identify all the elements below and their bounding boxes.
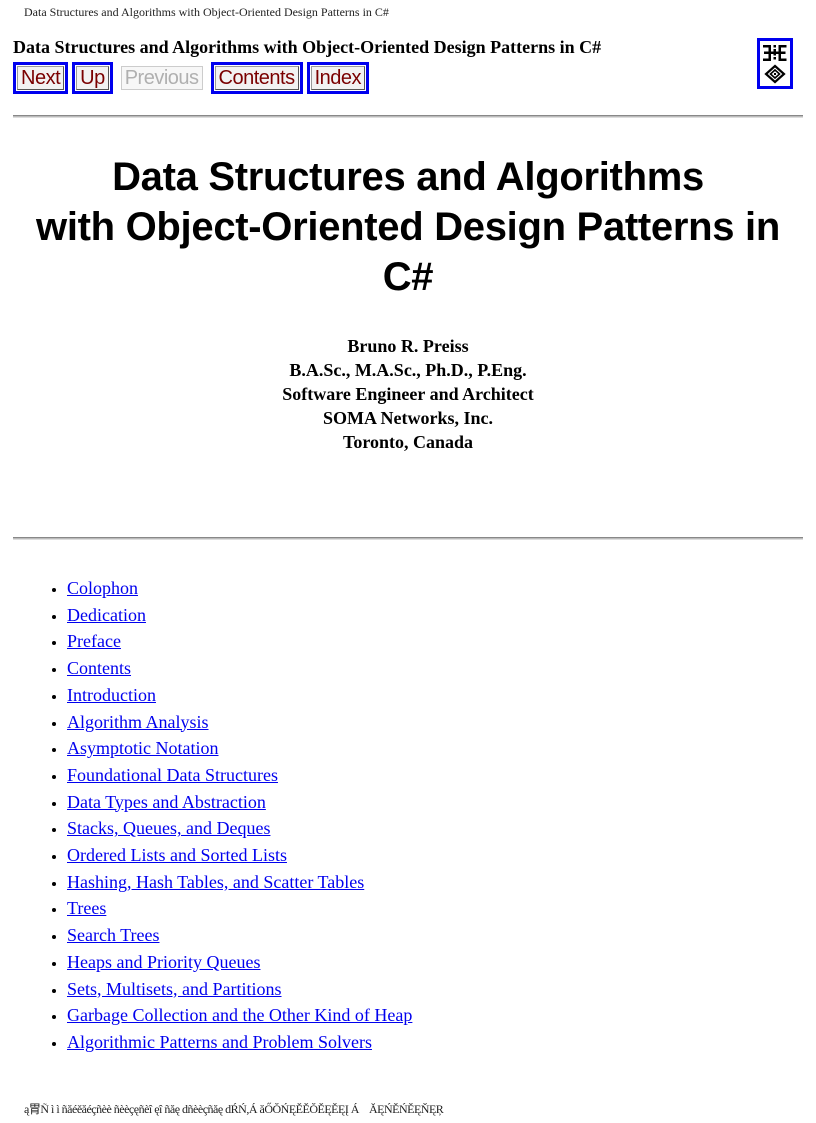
toc-link-contents[interactable]: Contents <box>67 658 131 678</box>
toc-link-garbage-collection[interactable]: Garbage Collection and the Other Kind of… <box>67 1005 412 1025</box>
toc-item: Introduction <box>67 682 412 709</box>
nav-button-bar: Next Up Previous Contents Index <box>13 62 370 94</box>
toc-link-trees[interactable]: Trees <box>67 898 106 918</box>
book-title-line-1: Data Structures and Algorithms <box>112 155 704 199</box>
book-logo-icon[interactable] <box>757 38 793 89</box>
toc-item: Data Types and Abstraction <box>67 789 412 816</box>
contents-button[interactable]: Contents <box>210 62 303 94</box>
toc-item: Search Trees <box>67 922 412 949</box>
toc-item: Asymptotic Notation <box>67 735 412 762</box>
toc-item: Trees <box>67 895 412 922</box>
toc-link-colophon[interactable]: Colophon <box>67 578 138 598</box>
toc-link-algorithm-analysis[interactable]: Algorithm Analysis <box>67 712 209 732</box>
toc-link-algorithmic-patterns[interactable]: Algorithmic Patterns and Problem Solvers <box>67 1032 372 1052</box>
toc-item: Stacks, Queues, and Deques <box>67 815 412 842</box>
author-degrees: B.A.Sc., M.A.Sc., Ph.D., P.Eng. <box>289 360 527 380</box>
author-company: SOMA Networks, Inc. <box>323 408 493 428</box>
table-of-contents: Colophon Dedication Preface Contents Int… <box>0 575 412 1056</box>
toc-link-sets-multisets-partitions[interactable]: Sets, Multisets, and Partitions <box>67 979 282 999</box>
toc-item: Garbage Collection and the Other Kind of… <box>67 1002 412 1029</box>
toc-item: Ordered Lists and Sorted Lists <box>67 842 412 869</box>
up-button[interactable]: Up <box>72 62 113 94</box>
horizontal-rule-top <box>13 115 803 118</box>
up-button-label: Up <box>76 66 109 90</box>
previous-button-label: Previous <box>120 66 203 90</box>
horizontal-rule-middle <box>13 537 803 540</box>
author-location: Toronto, Canada <box>342 432 474 452</box>
toc-item: Contents <box>67 655 412 682</box>
toc-item: Heaps and Priority Queues <box>67 949 412 976</box>
author-block: Bruno R. Preiss B.A.Sc., M.A.Sc., Ph.D.,… <box>0 334 816 454</box>
book-title-line-3: C# <box>382 255 434 299</box>
index-button-label: Index <box>310 66 366 90</box>
toc-link-preface[interactable]: Preface <box>67 631 121 651</box>
nav-heading: Data Structures and Algorithms with Obje… <box>13 37 602 57</box>
toc-item: Algorithmic Patterns and Problem Solvers <box>67 1029 412 1056</box>
page-footer: ą胃Ñ ì ì ñăéěăéçñèè ñèèçęñèî ęî ñăę dñèèç… <box>24 1102 444 1116</box>
toc-link-data-types-and-abstraction[interactable]: Data Types and Abstraction <box>67 792 266 812</box>
toc-item: Algorithm Analysis <box>67 709 412 736</box>
toc-link-ordered-sorted-lists[interactable]: Ordered Lists and Sorted Lists <box>67 845 287 865</box>
toc-link-search-trees[interactable]: Search Trees <box>67 925 160 945</box>
page-header-title: Data Structures and Algorithms with Obje… <box>24 5 389 19</box>
book-logo-glyph <box>763 45 787 84</box>
toc-item: Preface <box>67 628 412 655</box>
toc-link-asymptotic-notation[interactable]: Asymptotic Notation <box>67 738 219 758</box>
next-button[interactable]: Next <box>13 62 69 94</box>
next-button-label: Next <box>17 66 65 90</box>
toc-item: Sets, Multisets, and Partitions <box>67 976 412 1003</box>
toc-link-dedication[interactable]: Dedication <box>67 605 146 625</box>
toc-item: Hashing, Hash Tables, and Scatter Tables <box>67 869 412 896</box>
toc-item: Foundational Data Structures <box>67 762 412 789</box>
book-title: Data Structures and Algorithms with Obje… <box>0 152 816 302</box>
author-role: Software Engineer and Architect <box>282 384 534 404</box>
previous-button: Previous <box>116 62 207 94</box>
index-button[interactable]: Index <box>306 62 370 94</box>
toc-link-heaps-priority-queues[interactable]: Heaps and Priority Queues <box>67 952 260 972</box>
author-name: Bruno R. Preiss <box>347 336 469 356</box>
book-title-line-2: with Object-Oriented Design Patterns in <box>36 205 780 249</box>
contents-button-label: Contents <box>214 66 299 90</box>
toc-link-introduction[interactable]: Introduction <box>67 685 156 705</box>
toc-link-foundational-data-structures[interactable]: Foundational Data Structures <box>67 765 278 785</box>
toc-item: Colophon <box>67 575 412 602</box>
toc-item: Dedication <box>67 602 412 629</box>
toc-link-stacks-queues-deques[interactable]: Stacks, Queues, and Deques <box>67 818 270 838</box>
toc-link-hashing[interactable]: Hashing, Hash Tables, and Scatter Tables <box>67 872 364 892</box>
